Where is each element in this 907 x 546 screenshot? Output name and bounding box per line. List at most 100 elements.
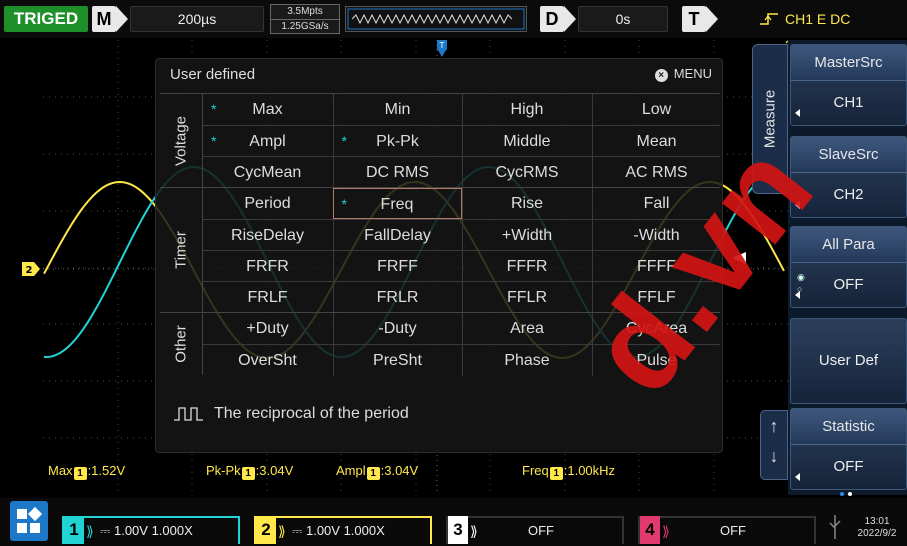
measure-item--duty[interactable]: -Duty [332,313,462,344]
softkey-slavesrc[interactable]: SlaveSrc CH2 [790,136,907,218]
measure-item-low[interactable]: Low [591,94,721,125]
group-label-text: Other [172,325,190,363]
measure-item-max[interactable]: * Max [203,94,332,125]
trigger-settings[interactable]: CH1 E DC 200.00mV [785,6,907,53]
measure-item-frlf[interactable]: FRLF [203,282,332,313]
measure-item--duty[interactable]: +Duty [203,313,332,344]
channel-2-button[interactable]: 2 ⟫ ⎓ 1.00V 1.000X [254,516,432,544]
measure-item-min[interactable]: Min [332,94,462,125]
measure-item-pulse[interactable]: Pulse [591,345,721,376]
softkey-value: CH2 [833,186,864,203]
measure-item-freq[interactable]: * Freq [332,188,462,219]
group-label: Timer [160,188,202,312]
group-label-text: Timer [172,231,190,269]
clock-time: 13:01 [864,516,890,527]
group-other: Other +Duty -Duty Area CycArea OverSht PreSht P… [160,312,721,376]
selected-star-icon: * [211,101,217,117]
delay-value[interactable]: 0s [578,6,668,32]
channel-settings: ⎓ 1.00V 1.000X [292,523,385,538]
clock-date: 2022/9/2 [857,528,897,539]
measure-item-cycmean[interactable]: CycMean [203,157,332,188]
channel-1-button[interactable]: 1 ⟫ ⎓ 1.00V 1.000X [62,516,240,544]
group-timer: Timer Period * Freq Rise Fall RiseDelay FallDel… [160,187,721,313]
measure-item-area[interactable]: Area [462,313,591,344]
close-menu-button[interactable]: × MENU [654,66,712,82]
mode-tag[interactable]: M [92,6,116,32]
measure-item-phase[interactable]: Phase [462,345,591,376]
measure-item-label: FRFF [377,258,418,275]
measure-item-label: CycMean [233,164,302,181]
apps-grid-icon [17,506,43,533]
channel-4-button[interactable]: 4 ⟫ OFF [638,516,816,544]
measure-item-label: FRFR [246,258,289,275]
trigger-tag[interactable]: T [682,6,706,32]
home-menu-button[interactable] [10,501,48,541]
measure-item--width[interactable]: +Width [462,220,591,251]
channel-settings: ⎓ 1.00V 1.000X [100,523,193,538]
measure-item-fffr[interactable]: FFFR [462,251,591,282]
measure-item-fflf[interactable]: FFLF [591,282,721,313]
trigger-level-marker[interactable] [732,252,746,264]
delay-tag[interactable]: D [540,6,564,32]
measure-item-pk-pk[interactable]: * Pk-Pk [332,126,462,157]
measure-row: * Ampl * Pk-Pk Middle Mean [203,125,721,157]
measure-item-label: FRLR [376,289,419,306]
measure-item-label: Fall [643,195,670,212]
measure-item-cycarea[interactable]: CycArea [591,313,721,344]
sample-rate: 1.25GSa/s [271,19,339,34]
ch2-offset-marker[interactable]: 2 [22,262,40,276]
measurement-description: The reciprocal of the period [174,405,409,423]
measure-item-cycrms[interactable]: CycRMS [462,157,591,188]
measure-item-oversht[interactable]: OverSht [203,345,332,376]
channel-3-button[interactable]: 3 ⟫ OFF [446,516,624,544]
acquisition-info[interactable]: 3.5Mpts 1.25GSa/s [270,4,340,34]
measure-item-label: FFFF [636,258,677,275]
measure-item-frfr[interactable]: FRFR [203,251,332,282]
measure-item-period[interactable]: Period [203,188,332,219]
measure-item-label: Max [252,101,283,118]
measure-item-frlr[interactable]: FRLR [332,282,462,313]
measure-item-rise[interactable]: Rise [462,188,591,219]
measure-item-mean[interactable]: Mean [591,126,721,157]
measure-item--width[interactable]: -Width [591,220,721,251]
measure-user-defined-panel: User defined × MENU Voltage * Max Min High Low… [155,58,723,453]
measure-item-label: OverSht [238,352,297,369]
trigger-position-marker[interactable]: T [436,40,448,58]
svg-text:2: 2 [26,265,33,276]
measure-item-label: CycArea [625,320,688,337]
waveform-overview[interactable] [345,6,527,32]
measure-item-label: CycRMS [495,164,559,181]
softkey-user-def[interactable]: User Def [790,318,907,404]
measure-item-fall[interactable]: Fall [591,188,721,219]
channel-number: 1 [64,516,84,544]
svg-text:T: T [439,41,445,50]
measure-item-risedelay[interactable]: RiseDelay [203,220,332,251]
measure-item-middle[interactable]: Middle [462,126,591,157]
chevron-left-icon [795,473,800,481]
measure-item-presht[interactable]: PreSht [332,345,462,376]
measure-item-ac-rms[interactable]: AC RMS [591,157,721,188]
chevron-right-icon: ⟫ [278,523,286,539]
softkey-mastersrc[interactable]: MasterSrc CH1 [790,44,907,126]
timebase[interactable]: 200µs [130,6,264,32]
scroll-control[interactable]: ↑ ↓ [760,410,788,480]
measure-item-frff[interactable]: FRFF [332,251,462,282]
measure-item-dc-rms[interactable]: DC RMS [332,157,462,188]
measure-item-label: RiseDelay [231,227,304,244]
group-voltage: Voltage * Max Min High Low * Ampl * Pk-Pk Middle Me… [160,93,721,188]
measure-item-ampl[interactable]: * Ampl [203,126,332,157]
readout-value: :3.04V [255,463,294,478]
softkey-value: OFF [833,276,864,293]
measure-item-fflr[interactable]: FFLR [462,282,591,313]
scroll-down-icon[interactable]: ↓ [761,441,787,471]
measure-item-ffff[interactable]: FFFF [591,251,721,282]
measure-item-high[interactable]: High [462,94,591,125]
softkey-statistic[interactable]: Statistic OFF [790,408,907,490]
measure-row: CycMean DC RMS CycRMS AC RMS [203,156,721,188]
softkey-all-para[interactable]: All Para OFF ◉ ○ [790,226,907,308]
scroll-up-icon[interactable]: ↑ [761,411,787,441]
measure-tab[interactable]: Measure [752,44,788,194]
measure-item-label: PreSht [373,352,422,369]
measure-item-falldelay[interactable]: FallDelay [332,220,462,251]
measure-row: OverSht PreSht Phase Pulse [203,344,721,376]
